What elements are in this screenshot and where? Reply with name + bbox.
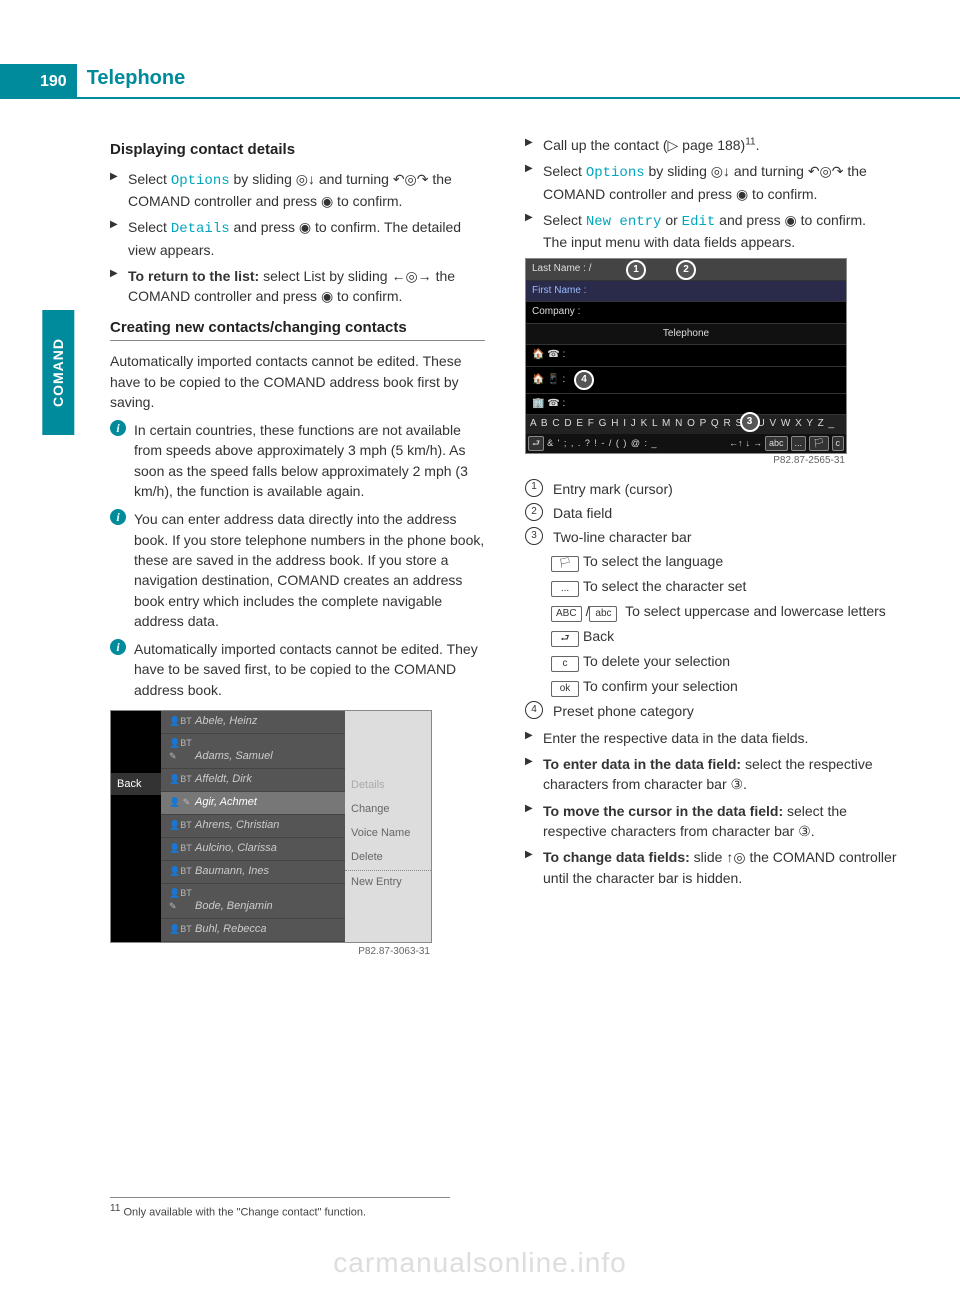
step: Call up the contact (▷ page 188)11. [525,135,900,155]
page-number: 190 [0,64,77,99]
paragraph: Automatically imported contacts cannot b… [110,351,485,412]
figure-input-menu: Last Name : / 1 2 First Name : Company :… [525,258,847,454]
legend-subitem: ⮐Back [525,626,900,647]
right-column: Call up the contact (▷ page 188)11. Sele… [525,129,900,969]
side-tab-comand: COMAND [42,310,74,435]
flag-icon: 🏳 [551,556,579,572]
delete-icon: c [551,656,579,672]
info-note: Automatically imported contacts cannot b… [110,639,485,700]
figure-caption: P82.87-3063-31 [110,945,430,960]
ui-term-edit: Edit [682,214,716,230]
watermark: carmanualsonline.info [0,1243,960,1284]
step: Select Details and press ◉ to confirm. T… [110,217,485,260]
contact-list-items: 👤BTAbele, Heinz 👤BT ✎Adams, Samuel 👤BTAf… [161,711,345,942]
section-title: Telephone [77,60,960,99]
page-header: 190 Telephone [0,0,960,99]
info-note: In certain countries, these functions ar… [110,420,485,501]
step: Select Options by sliding ◎↓ and turning… [110,169,485,212]
legend-item: 4Preset phone category [525,701,900,721]
step: To enter data in the data field: select … [525,754,900,795]
legend-subitem: ...To select the character set [525,576,900,597]
step: Select Options by sliding ◎↓ and turning… [525,161,900,204]
abc-lower-icon: abc [589,606,617,622]
back-label: Back [111,773,161,795]
info-note: You can enter address data directly into… [110,509,485,631]
figure-contact-list: Back 👤BTAbele, Heinz 👤BT ✎Adams, Samuel … [110,710,432,943]
step: Enter the respective data in the data fi… [525,728,900,748]
legend-item: 2Data field [525,503,900,523]
back-icon: ⮐ [551,631,579,647]
legend-subitem: cTo delete your selection [525,651,900,672]
left-column: Displaying contact details Select Option… [110,129,485,969]
legend-subitem: ABC/abc To select uppercase and lowercas… [525,601,900,622]
dots-icon: ... [551,581,579,597]
legend-item: 1Entry mark (cursor) [525,479,900,499]
ui-term-details: Details [171,221,230,237]
step: To return to the list: select List by sl… [110,266,485,307]
footnote: 11 Only available with the "Change conta… [110,1197,450,1222]
legend-subitem: 🏳To select the language [525,551,900,572]
heading-displaying-details: Displaying contact details [110,139,485,161]
step: To change data fields: slide ↑◎ the COMA… [525,847,900,888]
abc-upper-icon: ABC [551,606,582,622]
legend-subitem: okTo confirm your selection [525,676,900,697]
figure-caption: P82.87-2565-31 [525,454,845,469]
options-menu: Details Change Voice Name Delete New Ent… [345,711,431,942]
step: To move the cursor in the data field: se… [525,801,900,842]
heading-creating-contacts: Creating new contacts/changing contacts [110,317,485,342]
ui-term-options: Options [171,173,230,189]
legend-item: 3Two-line character bar [525,527,900,547]
ui-term-new-entry: New entry [586,214,662,230]
ui-term-options: Options [586,165,645,181]
step: Select New entry or Edit and press ◉ to … [525,210,900,253]
ok-icon: ok [551,681,579,697]
